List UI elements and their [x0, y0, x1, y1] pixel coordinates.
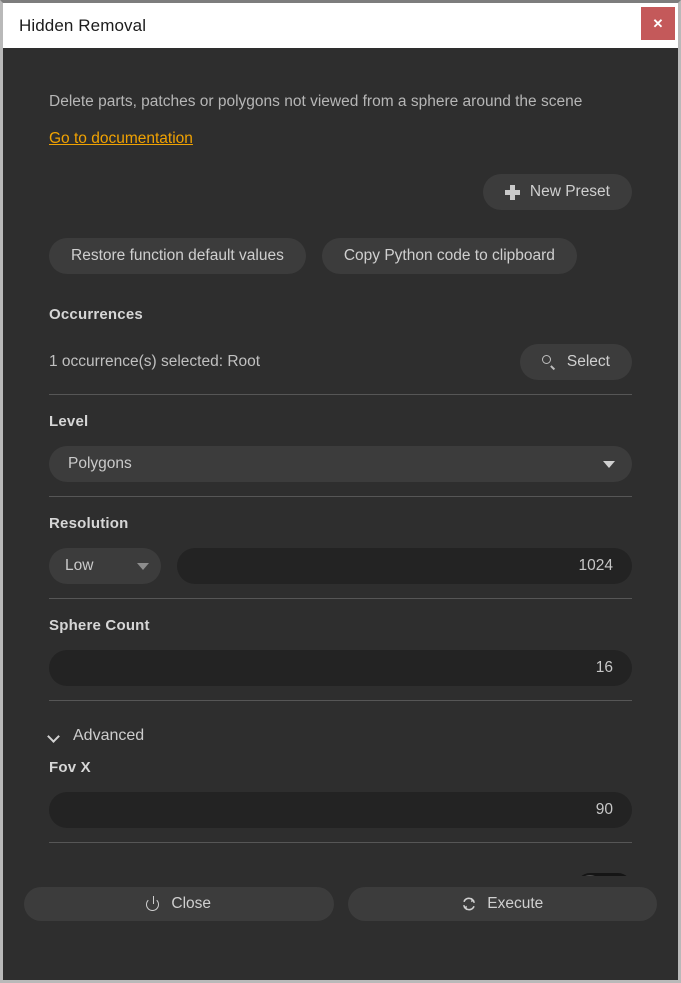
level-value: Polygons [68, 455, 132, 473]
select-occurrences-button[interactable]: Select [520, 344, 632, 380]
close-button[interactable]: Close [24, 887, 334, 921]
advanced-toggle[interactable]: Advanced [49, 701, 632, 745]
power-icon [146, 896, 161, 911]
select-label: Select [567, 353, 610, 371]
refresh-icon [461, 896, 477, 912]
execute-button-label: Execute [487, 895, 543, 913]
dialog-body: Delete parts, patches or polygons not vi… [3, 48, 678, 931]
execute-button[interactable]: Execute [348, 887, 658, 921]
chevron-down-icon [137, 563, 149, 570]
close-window-button[interactable]: ✕ [641, 7, 675, 40]
title-bar: Hidden Removal ✕ [3, 3, 678, 48]
description-text: Delete parts, patches or polygons not vi… [49, 48, 609, 113]
restore-defaults-button[interactable]: Restore function default values [49, 238, 306, 274]
resolution-preset-value: Low [65, 557, 93, 575]
fov-x-input[interactable]: 90 [49, 792, 632, 828]
occurrences-heading: Occurrences [49, 306, 632, 323]
fov-x-section: Fov X 90 [49, 745, 632, 843]
hidden-removal-dialog: Hidden Removal ✕ Delete parts, patches o… [0, 0, 681, 983]
level-section: Level Polygons [49, 395, 632, 497]
fov-x-heading: Fov X [49, 759, 632, 776]
resolution-heading: Resolution [49, 515, 632, 532]
close-icon: ✕ [653, 17, 664, 30]
fov-x-field-wrap: 90 [49, 792, 632, 828]
occurrences-value: 1 occurrence(s) selected: Root [49, 353, 260, 371]
level-heading: Level [49, 413, 632, 430]
search-icon [542, 355, 557, 370]
resolution-row: Low 1024 [49, 548, 632, 584]
close-button-label: Close [171, 895, 211, 913]
resolution-value-input[interactable]: 1024 [177, 548, 632, 584]
copy-python-button[interactable]: Copy Python code to clipboard [322, 238, 577, 274]
preset-actions-row: Restore function default values Copy Pyt… [49, 238, 632, 274]
level-select[interactable]: Polygons [49, 446, 632, 482]
dialog-footer: Close Execute [3, 876, 678, 931]
new-preset-row: New Preset [49, 174, 632, 210]
chevron-down-icon [603, 461, 615, 468]
new-preset-button[interactable]: New Preset [483, 174, 632, 210]
sphere-count-input[interactable]: 16 [49, 650, 632, 686]
chevron-down-icon [49, 731, 60, 742]
sphere-count-heading: Sphere Count [49, 617, 632, 634]
resolution-section: Resolution Low 1024 [49, 497, 632, 599]
plus-icon [505, 185, 520, 200]
page-title: Hidden Removal [3, 16, 146, 36]
new-preset-label: New Preset [530, 183, 610, 201]
occurrences-section: Occurrences 1 occurrence(s) selected: Ro… [49, 274, 632, 395]
sphere-count-field-wrap: 16 [49, 650, 632, 686]
level-field-wrap: Polygons [49, 446, 632, 482]
documentation-link[interactable]: Go to documentation [49, 130, 193, 148]
advanced-label: Advanced [73, 727, 144, 745]
sphere-count-section: Sphere Count 16 [49, 599, 632, 701]
resolution-preset-select[interactable]: Low [49, 548, 161, 584]
occurrences-row: 1 occurrence(s) selected: Root Select [49, 344, 632, 380]
